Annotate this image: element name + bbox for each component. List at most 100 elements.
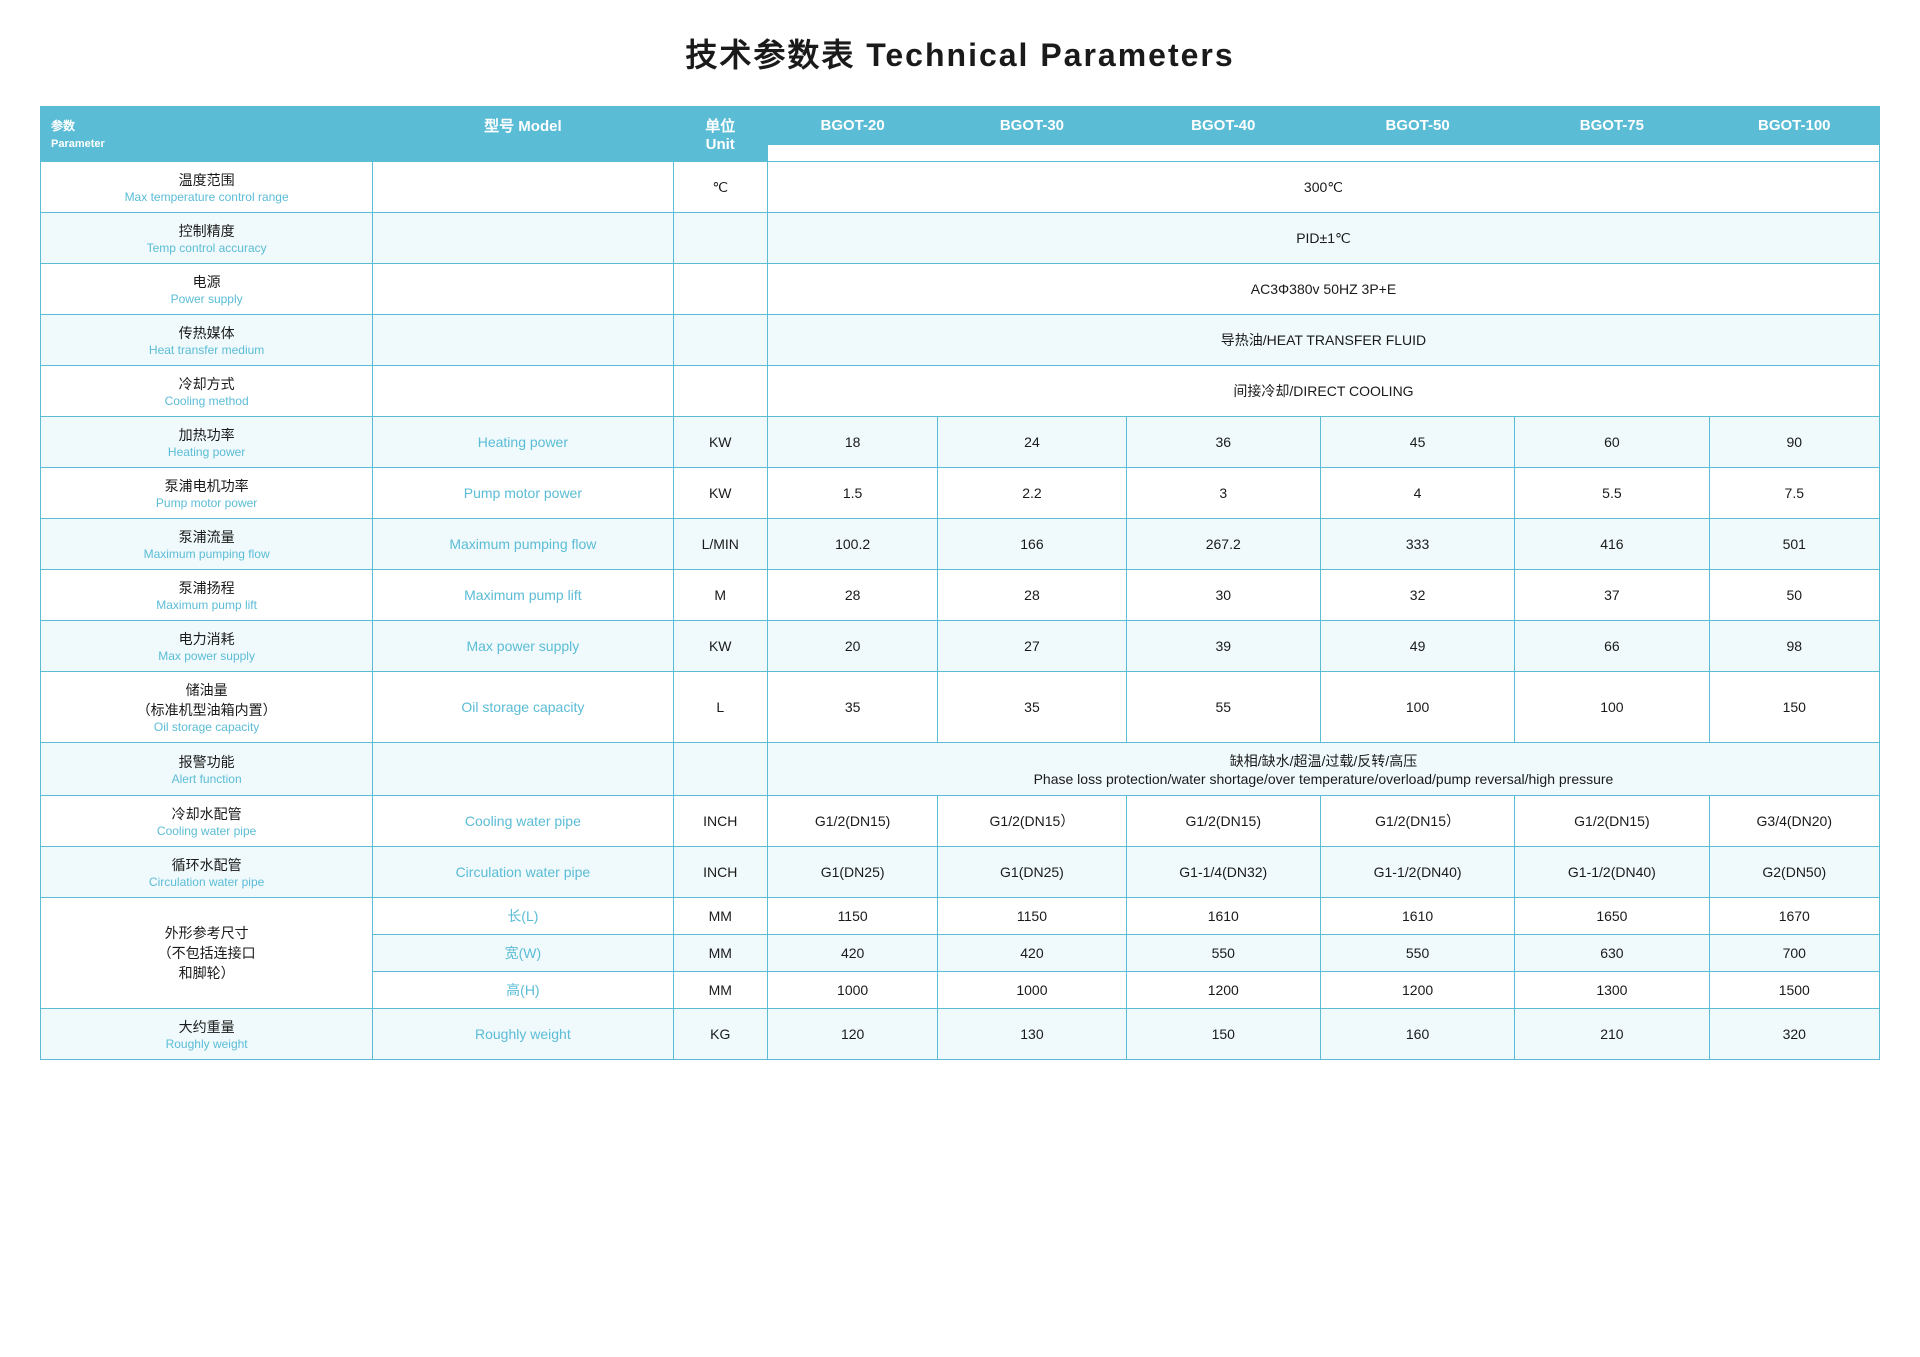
span-value-cell: 间接冷却/DIRECT COOLING	[767, 366, 1879, 417]
value-cell-2: 1610	[1126, 898, 1320, 935]
value-cell-1: 35	[938, 672, 1126, 743]
model-desc-cell: Pump motor power	[373, 468, 673, 519]
value-cell-3: 160	[1320, 1009, 1514, 1060]
value-cell-5: 90	[1709, 417, 1879, 468]
value-cell-4: 630	[1515, 935, 1709, 972]
header-model: 型号 Model	[373, 107, 673, 145]
model-desc-cell: Cooling water pipe	[373, 796, 673, 847]
model-desc-cell: Maximum pump lift	[373, 570, 673, 621]
param-cell: 加热功率Heating power	[41, 417, 373, 468]
model-desc-cell: Roughly weight	[373, 1009, 673, 1060]
value-cell-5: 1500	[1709, 972, 1879, 1009]
header-bgot40: BGOT-40	[1126, 107, 1320, 145]
value-cell-0: 20	[767, 621, 937, 672]
unit-cell	[673, 366, 767, 417]
unit-cell: KW	[673, 621, 767, 672]
unit-cell: INCH	[673, 847, 767, 898]
value-cell-2: 550	[1126, 935, 1320, 972]
table-row: 外形参考尺寸 （不包括连接口 和脚轮）长(L)MM115011501610161…	[41, 898, 1880, 935]
header-param-zh: 参数	[51, 119, 75, 133]
header-model-en: Model	[518, 118, 561, 135]
value-cell-5: 320	[1709, 1009, 1879, 1060]
sub-dimension-label: 高(H)	[373, 972, 673, 1009]
value-cell-4: 66	[1515, 621, 1709, 672]
unit-cell	[673, 315, 767, 366]
value-cell-2: 55	[1126, 672, 1320, 743]
table-row: 泵浦流量Maximum pumping flowMaximum pumping …	[41, 519, 1880, 570]
value-cell-2: 3	[1126, 468, 1320, 519]
model-desc-cell	[373, 264, 673, 315]
technical-params-table: 参数 Parameter 型号 Model 单位 Unit BGOT-20 BG…	[40, 106, 1880, 1060]
table-row: 报警功能Alert function缺相/缺水/超温/过载/反转/高压 Phas…	[41, 743, 1880, 796]
param-cell: 传热媒体Heat transfer medium	[41, 315, 373, 366]
value-cell-1: 1000	[938, 972, 1126, 1009]
param-cell: 大约重量Roughly weight	[41, 1009, 373, 1060]
value-cell-3: 49	[1320, 621, 1514, 672]
unit-cell: MM	[673, 972, 767, 1009]
value-cell-2: G1/2(DN15)	[1126, 796, 1320, 847]
value-cell-1: 24	[938, 417, 1126, 468]
value-cell-5: 150	[1709, 672, 1879, 743]
value-cell-4: 210	[1515, 1009, 1709, 1060]
page-title: 技术参数表 Technical Parameters	[40, 30, 1880, 76]
value-cell-0: G1(DN25)	[767, 847, 937, 898]
param-cell: 泵浦电机功率Pump motor power	[41, 468, 373, 519]
value-cell-5: 501	[1709, 519, 1879, 570]
value-cell-0: 120	[767, 1009, 937, 1060]
span-value-cell: 缺相/缺水/超温/过载/反转/高压 Phase loss protection/…	[767, 743, 1879, 796]
value-cell-3: G1-1/2(DN40)	[1320, 847, 1514, 898]
header-unit-zh: 单位	[705, 118, 735, 135]
value-cell-1: 28	[938, 570, 1126, 621]
table-row: 加热功率Heating powerHeating powerKW18243645…	[41, 417, 1880, 468]
table-body: 温度范围Max temperature control range℃300℃控制…	[41, 162, 1880, 1060]
value-cell-5: G2(DN50)	[1709, 847, 1879, 898]
value-cell-4: 416	[1515, 519, 1709, 570]
value-cell-3: 550	[1320, 935, 1514, 972]
table-row: 大约重量Roughly weightRoughly weightKG120130…	[41, 1009, 1880, 1060]
param-cell: 控制精度Temp control accuracy	[41, 213, 373, 264]
table-row: 泵浦电机功率Pump motor powerPump motor powerKW…	[41, 468, 1880, 519]
header-bgot30: BGOT-30	[938, 107, 1126, 145]
value-cell-4: 5.5	[1515, 468, 1709, 519]
span-value-cell: 300℃	[767, 162, 1879, 213]
table-row: 储油量 （标准机型油箱内置）Oil storage capacityOil st…	[41, 672, 1880, 743]
value-cell-5: 98	[1709, 621, 1879, 672]
model-desc-cell: Maximum pumping flow	[373, 519, 673, 570]
value-cell-1: G1/2(DN15）	[938, 796, 1126, 847]
value-cell-0: 28	[767, 570, 937, 621]
value-cell-4: G1/2(DN15)	[1515, 796, 1709, 847]
value-cell-0: 35	[767, 672, 937, 743]
model-desc-cell: Max power supply	[373, 621, 673, 672]
value-cell-0: 1000	[767, 972, 937, 1009]
unit-cell: KG	[673, 1009, 767, 1060]
header-bgot50: BGOT-50	[1320, 107, 1514, 145]
unit-cell	[673, 743, 767, 796]
header-param-en: Parameter	[51, 138, 105, 150]
span-value-cell: AC3Φ380v 50HZ 3P+E	[767, 264, 1879, 315]
table-row: 泵浦扬程Maximum pump liftMaximum pump liftM2…	[41, 570, 1880, 621]
value-cell-3: 32	[1320, 570, 1514, 621]
unit-cell	[673, 213, 767, 264]
model-desc-cell: Oil storage capacity	[373, 672, 673, 743]
param-cell: 冷却方式Cooling method	[41, 366, 373, 417]
header-bgot100: BGOT-100	[1709, 107, 1879, 145]
span-value-cell: 导热油/HEAT TRANSFER FLUID	[767, 315, 1879, 366]
model-desc-cell	[373, 366, 673, 417]
table-row: 电源Power supply AC3Φ380v 50HZ 3P+E	[41, 264, 1880, 315]
sub-dimension-label: 宽(W)	[373, 935, 673, 972]
value-cell-2: 150	[1126, 1009, 1320, 1060]
param-cell: 电源Power supply	[41, 264, 373, 315]
param-cell: 冷却水配管Cooling water pipe	[41, 796, 373, 847]
table-row: 冷却水配管Cooling water pipeCooling water pip…	[41, 796, 1880, 847]
unit-cell: KW	[673, 417, 767, 468]
header-bgot20: BGOT-20	[767, 107, 937, 145]
header-unit-en: Unit	[706, 136, 735, 153]
param-cell: 循环水配管Circulation water pipe	[41, 847, 373, 898]
value-cell-2: G1-1/4(DN32)	[1126, 847, 1320, 898]
value-cell-0: 18	[767, 417, 937, 468]
value-cell-4: 100	[1515, 672, 1709, 743]
value-cell-5: 50	[1709, 570, 1879, 621]
table-header-row: 参数 Parameter 型号 Model 单位 Unit BGOT-20 BG…	[41, 107, 1880, 145]
value-cell-2: 36	[1126, 417, 1320, 468]
model-desc-cell	[373, 162, 673, 213]
